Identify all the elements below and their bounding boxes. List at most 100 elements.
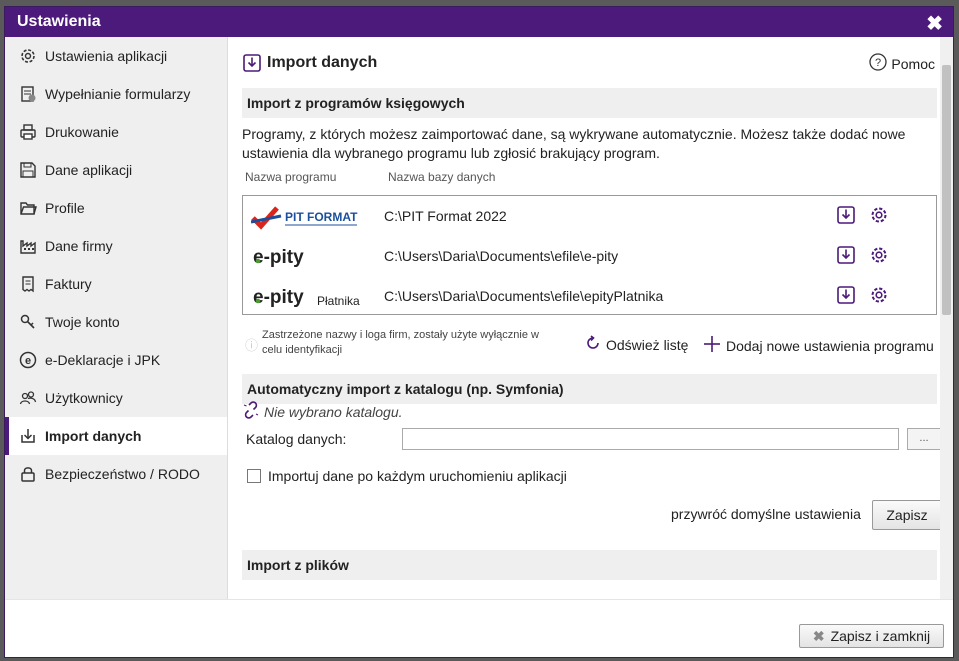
refresh-icon: [585, 335, 601, 354]
no-catalog-message: Nie wybrano katalogu.: [242, 401, 403, 422]
database-path: C:\Users\Daria\Documents\efile\epityPlat…: [384, 288, 664, 304]
section-description: Programy, z których możesz zaimportować …: [242, 126, 906, 161]
e-pity-logo: e-pity: [251, 244, 361, 273]
main-panel: Import danych ? Pomoc Import z programów…: [227, 37, 940, 599]
catalog-path-input[interactable]: [402, 428, 899, 450]
printer-icon: [18, 122, 38, 142]
sidebar-item-label: Profile: [45, 200, 85, 216]
e-pity-platnika-logo: e-pity Płatnika: [251, 284, 371, 313]
svg-text:e-pity: e-pity: [253, 287, 304, 308]
sidebar-item-users[interactable]: Użytkownicy: [5, 379, 227, 417]
program-settings-gear-icon[interactable]: [869, 205, 889, 228]
import-button[interactable]: [836, 285, 856, 308]
sidebar-item-label: Import danych: [45, 428, 142, 444]
sidebar: Ustawienia aplikacji Wypełnianie formula…: [5, 37, 228, 599]
e-declaration-icon: e: [18, 350, 38, 370]
sidebar-item-label: Wypełnianie formularzy: [45, 86, 191, 102]
save-and-close-label: Zapisz i zamknij: [830, 628, 931, 644]
section-accounting-import-header: Import z programów księgowych: [242, 88, 937, 118]
program-settings-gear-icon[interactable]: [869, 285, 889, 308]
no-catalog-text: Nie wybrano katalogu.: [264, 403, 403, 420]
add-program-settings-button[interactable]: Dodaj nowe ustawienia programu: [703, 335, 934, 356]
sidebar-item-label: Dane aplikacji: [45, 162, 133, 178]
refresh-label: Odśwież listę: [606, 336, 689, 353]
sidebar-item-label: Faktury: [45, 276, 92, 292]
catalog-label: Katalog danych:: [246, 431, 347, 447]
list-item[interactable]: e-pity Płatnika C:\Users\Daria\Documents…: [243, 276, 936, 316]
refresh-list-button[interactable]: Odśwież listę: [585, 335, 688, 354]
import-button[interactable]: [836, 205, 856, 228]
settings-dialog: Ustawienia ✖ Ustawienia aplikacji Wypełn…: [4, 6, 954, 658]
import-icon: [18, 426, 38, 446]
svg-text:?: ?: [875, 57, 881, 69]
key-icon: [18, 312, 38, 332]
close-icon[interactable]: ✖: [926, 11, 943, 36]
sidebar-item-app-data[interactable]: Dane aplikacji: [5, 151, 227, 189]
trademark-note: Zastrzeżone nazwy i loga firm, zostały u…: [262, 329, 539, 356]
program-settings-gear-icon[interactable]: [869, 245, 889, 268]
title-bar: Ustawienia ✖: [5, 7, 953, 37]
database-path: C:\PIT Format 2022: [384, 208, 507, 224]
save-and-close-button[interactable]: ✖ Zapisz i zamknij: [799, 624, 944, 648]
svg-text:Płatnika: Płatnika: [317, 294, 360, 308]
sidebar-item-app-settings[interactable]: Ustawienia aplikacji: [5, 37, 227, 75]
import-on-startup-label: Importuj dane po każdym uruchomieniu apl…: [268, 468, 567, 484]
browse-button[interactable]: ...: [907, 428, 940, 450]
section-catalog-import-header: Automatyczny import z katalogu (np. Symf…: [242, 374, 937, 404]
database-path: C:\Users\Daria\Documents\efile\e-pity: [384, 248, 619, 264]
help-label: Pomoc: [891, 55, 935, 72]
folder-icon: [18, 198, 38, 218]
users-icon: [18, 388, 38, 408]
column-header-program: Nazwa programu: [245, 170, 337, 184]
sidebar-item-e-declarations[interactable]: e e-Deklaracje i JPK: [5, 341, 227, 379]
broken-link-icon: [242, 401, 260, 422]
programs-list: PIT FORMAT C:\PIT Format 2022 e-pity C:\…: [242, 195, 937, 315]
plus-icon: [703, 335, 721, 356]
invoice-icon: [18, 274, 38, 294]
info-icon: ⓘ: [245, 338, 259, 353]
sidebar-item-company-data[interactable]: Dane firmy: [5, 227, 227, 265]
add-label: Dodaj nowe ustawienia programu: [726, 337, 934, 354]
import-on-startup-checkbox[interactable]: [247, 469, 261, 483]
sidebar-item-label: Twoje konto: [45, 314, 120, 330]
form-fill-icon: [18, 84, 38, 104]
import-button[interactable]: [836, 245, 856, 268]
save-button[interactable]: Zapisz: [872, 500, 940, 530]
sidebar-item-import-data[interactable]: Import danych: [5, 417, 227, 455]
sidebar-item-label: Użytkownicy: [45, 390, 123, 406]
close-icon: ✖: [812, 627, 825, 644]
list-item[interactable]: e-pity C:\Users\Daria\Documents\efile\e-…: [243, 236, 936, 276]
sidebar-item-label: Bezpieczeństwo / RODO: [45, 466, 200, 482]
sidebar-item-invoices[interactable]: Faktury: [5, 265, 227, 303]
help-link[interactable]: ? Pomoc: [869, 53, 935, 74]
help-icon: ?: [869, 53, 888, 74]
sidebar-item-label: Ustawienia aplikacji: [45, 48, 168, 64]
sidebar-item-label: Drukowanie: [45, 124, 119, 140]
factory-icon: [18, 236, 38, 256]
svg-text:e: e: [25, 355, 31, 367]
gear-icon: [18, 46, 38, 66]
scrollbar[interactable]: [940, 37, 953, 599]
restore-defaults-link[interactable]: przywróć domyślne ustawienia: [671, 506, 861, 522]
import-icon: [242, 53, 262, 73]
sidebar-item-security[interactable]: Bezpieczeństwo / RODO: [5, 455, 227, 493]
sidebar-item-label: e-Deklaracje i JPK: [45, 352, 161, 368]
sidebar-item-form-filling[interactable]: Wypełnianie formularzy: [5, 75, 227, 113]
window-title: Ustawienia: [17, 13, 101, 30]
svg-text:e-pity: e-pity: [253, 247, 304, 268]
sidebar-item-label: Dane firmy: [45, 238, 113, 254]
scrollbar-thumb[interactable]: [942, 65, 951, 315]
svg-text:PIT FORMAT: PIT FORMAT: [285, 210, 358, 224]
sidebar-item-printing[interactable]: Drukowanie: [5, 113, 227, 151]
dialog-footer: ✖ Zapisz i zamknij: [5, 599, 953, 657]
sidebar-item-account[interactable]: Twoje konto: [5, 303, 227, 341]
list-item[interactable]: PIT FORMAT C:\PIT Format 2022: [243, 196, 936, 236]
pit-format-logo: PIT FORMAT: [250, 204, 361, 233]
floppy-disk-icon: [18, 160, 38, 180]
page-title: Import danych: [242, 53, 377, 73]
column-header-database: Nazwa bazy danych: [388, 170, 496, 184]
section-file-import-header: Import z plików: [242, 550, 937, 580]
page-title-text: Import danych: [267, 54, 378, 71]
sidebar-item-profiles[interactable]: Profile: [5, 189, 227, 227]
lock-icon: [18, 464, 38, 484]
